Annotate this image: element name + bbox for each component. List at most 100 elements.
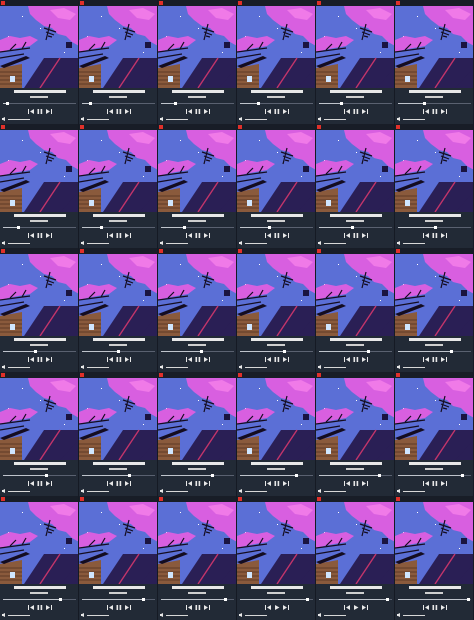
pause-icon[interactable] — [37, 232, 43, 239]
volume-slider[interactable] — [324, 491, 346, 492]
volume-icon[interactable] — [239, 489, 243, 493]
close-icon[interactable] — [159, 1, 163, 5]
skip-previous-icon[interactable] — [423, 108, 430, 115]
volume-icon[interactable] — [81, 489, 85, 493]
pause-icon[interactable] — [195, 604, 201, 611]
pause-icon[interactable] — [116, 108, 122, 115]
pause-icon[interactable] — [37, 108, 43, 115]
pause-icon[interactable] — [195, 356, 201, 363]
skip-previous-icon[interactable] — [344, 604, 351, 611]
volume-icon[interactable] — [81, 117, 85, 121]
volume-slider[interactable] — [8, 615, 30, 616]
seek-bar[interactable] — [240, 350, 313, 353]
volume-icon[interactable] — [318, 489, 322, 493]
volume-icon[interactable] — [239, 241, 243, 245]
skip-previous-icon[interactable] — [186, 356, 193, 363]
volume-icon[interactable] — [397, 117, 401, 121]
seek-bar[interactable] — [398, 102, 471, 105]
seek-bar[interactable] — [240, 474, 313, 477]
volume-slider[interactable] — [324, 367, 346, 368]
play-icon[interactable] — [353, 604, 359, 611]
pause-icon[interactable] — [432, 480, 438, 487]
volume-icon[interactable] — [81, 613, 85, 617]
close-icon[interactable] — [238, 125, 242, 129]
skip-next-icon[interactable] — [361, 480, 368, 487]
seek-handle[interactable] — [100, 226, 103, 229]
skip-previous-icon[interactable] — [186, 108, 193, 115]
skip-previous-icon[interactable] — [28, 108, 35, 115]
skip-next-icon[interactable] — [440, 356, 447, 363]
volume-icon[interactable] — [81, 241, 85, 245]
close-icon[interactable] — [396, 125, 400, 129]
seek-bar[interactable] — [319, 226, 392, 229]
pause-icon[interactable] — [195, 108, 201, 115]
seek-handle[interactable] — [257, 102, 260, 105]
volume-slider[interactable] — [166, 243, 188, 244]
volume-slider[interactable] — [8, 119, 30, 120]
seek-handle[interactable] — [295, 474, 298, 477]
skip-previous-icon[interactable] — [344, 108, 351, 115]
seek-bar[interactable] — [82, 350, 155, 353]
seek-bar[interactable] — [3, 598, 76, 601]
volume-icon[interactable] — [160, 365, 164, 369]
skip-previous-icon[interactable] — [423, 232, 430, 239]
volume-icon[interactable] — [239, 117, 243, 121]
volume-slider[interactable] — [87, 615, 109, 616]
skip-previous-icon[interactable] — [265, 604, 272, 611]
skip-previous-icon[interactable] — [265, 108, 272, 115]
skip-next-icon[interactable] — [45, 108, 52, 115]
volume-slider[interactable] — [8, 491, 30, 492]
volume-icon[interactable] — [318, 365, 322, 369]
seek-bar[interactable] — [398, 474, 471, 477]
skip-previous-icon[interactable] — [28, 356, 35, 363]
close-icon[interactable] — [80, 249, 84, 253]
skip-next-icon[interactable] — [203, 604, 210, 611]
volume-icon[interactable] — [2, 489, 6, 493]
pause-icon[interactable] — [116, 356, 122, 363]
pause-icon[interactable] — [274, 232, 280, 239]
skip-previous-icon[interactable] — [107, 604, 114, 611]
skip-next-icon[interactable] — [203, 356, 210, 363]
skip-next-icon[interactable] — [440, 604, 447, 611]
seek-handle[interactable] — [211, 474, 214, 477]
skip-previous-icon[interactable] — [423, 356, 430, 363]
seek-handle[interactable] — [89, 102, 92, 105]
skip-previous-icon[interactable] — [265, 232, 272, 239]
close-icon[interactable] — [159, 373, 163, 377]
volume-icon[interactable] — [2, 117, 6, 121]
volume-slider[interactable] — [403, 243, 425, 244]
seek-bar[interactable] — [398, 226, 471, 229]
volume-icon[interactable] — [81, 365, 85, 369]
skip-next-icon[interactable] — [45, 604, 52, 611]
volume-slider[interactable] — [87, 367, 109, 368]
volume-slider[interactable] — [245, 491, 267, 492]
seek-handle[interactable] — [6, 102, 9, 105]
pause-icon[interactable] — [353, 108, 359, 115]
seek-handle[interactable] — [351, 226, 354, 229]
seek-handle[interactable] — [268, 226, 271, 229]
seek-handle[interactable] — [423, 102, 426, 105]
pause-icon[interactable] — [432, 232, 438, 239]
seek-handle[interactable] — [434, 226, 437, 229]
close-icon[interactable] — [317, 1, 321, 5]
seek-handle[interactable] — [224, 598, 227, 601]
volume-slider[interactable] — [403, 367, 425, 368]
volume-icon[interactable] — [397, 613, 401, 617]
seek-bar[interactable] — [161, 350, 234, 353]
skip-previous-icon[interactable] — [107, 108, 114, 115]
close-icon[interactable] — [159, 497, 163, 501]
skip-previous-icon[interactable] — [28, 604, 35, 611]
volume-icon[interactable] — [239, 613, 243, 617]
volume-slider[interactable] — [166, 615, 188, 616]
seek-handle[interactable] — [34, 350, 37, 353]
skip-next-icon[interactable] — [282, 356, 289, 363]
volume-icon[interactable] — [397, 489, 401, 493]
volume-icon[interactable] — [318, 241, 322, 245]
seek-handle[interactable] — [183, 226, 186, 229]
close-icon[interactable] — [159, 249, 163, 253]
seek-handle[interactable] — [200, 350, 203, 353]
volume-icon[interactable] — [2, 241, 6, 245]
pause-icon[interactable] — [432, 356, 438, 363]
volume-slider[interactable] — [324, 119, 346, 120]
volume-icon[interactable] — [2, 365, 6, 369]
